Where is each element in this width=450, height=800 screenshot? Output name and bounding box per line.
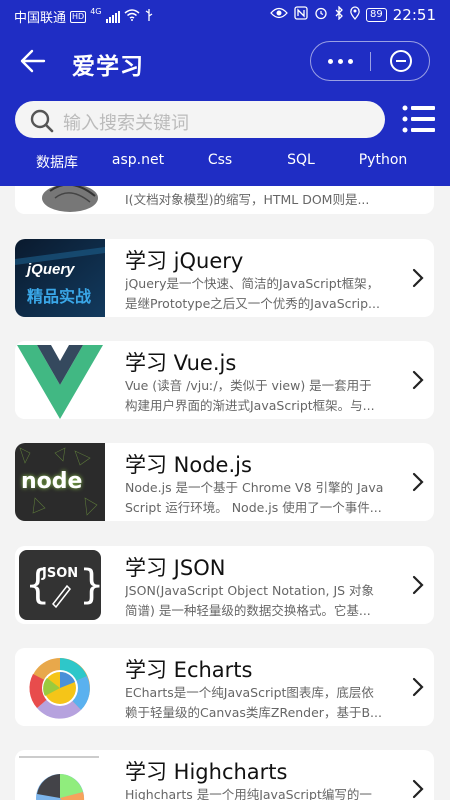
card-title: 学习 Node.js: [125, 453, 252, 477]
list-icon: [402, 105, 435, 133]
json-logo-text: JSON: [42, 566, 79, 581]
chevron-right-icon: [412, 370, 424, 390]
card-desc-line: JSON(JavaScript Object Notation, JS 对象: [125, 583, 375, 598]
close-miniapp-button[interactable]: [371, 42, 430, 80]
back-button[interactable]: [18, 46, 48, 76]
card-desc-line: ECharts是一个纯JavaScript图表库，底层依: [125, 685, 374, 700]
bluetooth-icon: [334, 5, 344, 24]
wifi-icon: [124, 8, 140, 25]
chevron-right-icon: [412, 575, 424, 595]
card-title: 学习 jQuery: [125, 249, 244, 273]
card-description: jQuery是一个快速、简洁的JavaScript框架， 是继Prototype…: [125, 274, 403, 314]
alarm-icon: [314, 6, 328, 24]
jquery-logo-text: jQuery: [27, 261, 75, 278]
circle-minus-icon: [389, 50, 412, 72]
chevron-right-icon: [412, 677, 424, 697]
chevron-right-icon: [412, 268, 424, 288]
more-dot: [338, 58, 343, 64]
card-description: JSON(JavaScript Object Notation, JS 对象 简…: [125, 581, 403, 621]
usb-icon: [144, 8, 154, 26]
card-title: 学习 Vue.js: [125, 351, 237, 375]
category-tabs: 数据库 asp.net Css SQL Python: [0, 152, 450, 172]
search-input[interactable]: 输入搜索关键词: [15, 101, 385, 138]
card-description: I(文档对象模型)的缩写，HTML DOM则是...: [125, 190, 403, 210]
card-description: Node.js 是一个基于 Chrome V8 引擎的 Java Script …: [125, 478, 403, 518]
vue-thumbnail: [15, 341, 105, 419]
app-header: 中国联通 HD 4G 89 22:51 爱学习 输入搜索关键词 数据库 asp.…: [0, 0, 450, 186]
course-card-echarts[interactable]: 学习 Echarts ECharts是一个纯JavaScript图表库，底层依 …: [15, 648, 434, 726]
card-desc-line: Vue (读音 /vjuː/，类似于 view) 是一套用于: [125, 378, 372, 393]
jquery-sub-text: 精品实战: [27, 287, 92, 306]
eye-icon: [270, 7, 288, 23]
location-icon: [350, 6, 360, 24]
card-title: 学习 Echarts: [125, 658, 253, 682]
course-card-jquery[interactable]: jQuery 精品实战 学习 jQuery jQuery是一个快速、简洁的Jav…: [15, 239, 434, 317]
card-desc-line: Highcharts 是一个用纯JavaScript编写的一: [125, 787, 372, 800]
search-placeholder: 输入搜索关键词: [63, 113, 189, 134]
card-desc-line: 简谱) 是一种轻量级的数据交换格式。它基...: [125, 603, 371, 618]
miniapp-capsule: [310, 41, 430, 81]
card-desc-line: jQuery是一个快速、简洁的JavaScript框架，: [125, 276, 380, 291]
card-title: 学习 JSON: [125, 556, 226, 580]
node-logo-text: node: [21, 469, 83, 494]
list-menu-button[interactable]: [402, 104, 436, 134]
echarts-thumbnail: [15, 648, 105, 726]
clock: 22:51: [392, 6, 436, 24]
card-desc-line: 构建用户界面的渐进式JavaScript框架。与...: [125, 398, 375, 413]
tab-aspnet[interactable]: asp.net: [98, 152, 178, 168]
title-bar: 爱学习: [0, 38, 450, 86]
arrow-left-icon: [20, 49, 46, 73]
battery-indicator: 89: [366, 8, 387, 22]
chevron-right-icon: [412, 779, 424, 799]
card-title: 学习 Highcharts: [125, 760, 288, 784]
chevron-right-icon: [412, 472, 424, 492]
signal-icon: [105, 10, 120, 23]
course-card-node[interactable]: node 学习 Node.js Node.js 是一个基于 Chrome V8 …: [15, 443, 434, 521]
more-dots-icon: [328, 58, 333, 64]
card-desc-line: 是继Prototype之后又一个优秀的JavaScrip...: [125, 296, 380, 311]
json-thumbnail: {} JSON: [15, 546, 105, 624]
tab-css[interactable]: Css: [180, 152, 260, 168]
more-dot: [348, 58, 353, 64]
hd-badge: HD: [70, 10, 87, 23]
network-label: 4G: [90, 7, 102, 16]
status-bar: 中国联通 HD 4G 89 22:51: [0, 0, 450, 32]
page-title: 爱学习: [72, 54, 144, 80]
card-description: ECharts是一个纯JavaScript图表库，底层依 赖于轻量级的Canva…: [125, 683, 403, 723]
carrier-label: 中国联通: [14, 11, 67, 26]
course-card-vue[interactable]: 学习 Vue.js Vue (读音 /vjuː/，类似于 view) 是一套用于…: [15, 341, 434, 419]
more-button[interactable]: [311, 42, 370, 80]
card-description: Highcharts 是一个用纯JavaScript编写的一: [125, 785, 403, 800]
svg-text:}: }: [79, 562, 104, 608]
nfc-icon: [294, 6, 308, 24]
course-card-highcharts[interactable]: 学习 Highcharts Highcharts 是一个用纯JavaScript…: [15, 750, 434, 800]
tab-database[interactable]: 数据库: [17, 152, 97, 172]
card-desc-line: Node.js 是一个基于 Chrome V8 引擎的 Java: [125, 480, 384, 495]
tab-python[interactable]: Python: [343, 152, 423, 168]
course-card-json[interactable]: {} JSON 学习 JSON JSON(JavaScript Object N…: [15, 546, 434, 624]
tab-sql[interactable]: SQL: [261, 152, 341, 168]
card-desc-line: Script 运行环境。 Node.js 使用了一个事件...: [125, 500, 382, 515]
card-description: Vue (读音 /vjuː/，类似于 view) 是一套用于 构建用户界面的渐进…: [125, 376, 403, 416]
search-icon: [30, 109, 54, 133]
card-desc-line: 赖于轻量级的Canvas类库ZRender，基于B...: [125, 705, 382, 720]
jquery-thumbnail: jQuery 精品实战: [15, 239, 105, 317]
highcharts-thumbnail: [15, 750, 105, 800]
card-desc-line: I(文档对象模型)的缩写，HTML DOM则是...: [125, 192, 370, 207]
node-thumbnail: node: [15, 443, 105, 521]
